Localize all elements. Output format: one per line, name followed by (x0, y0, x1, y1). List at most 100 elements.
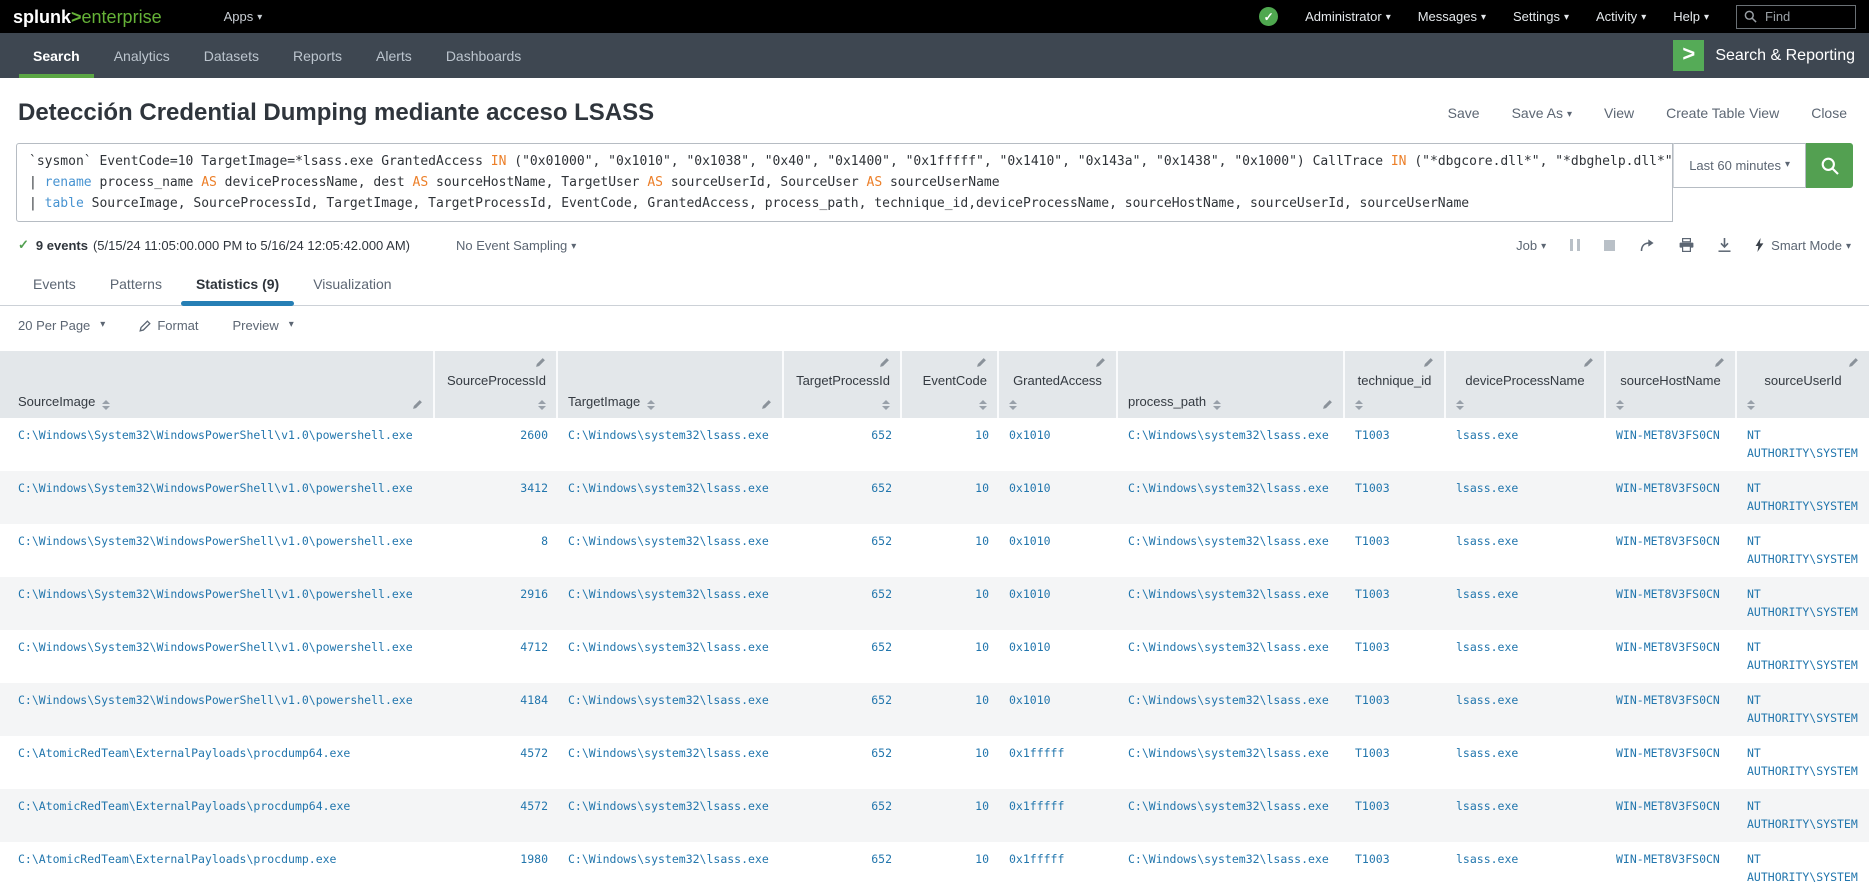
search-button[interactable] (1806, 143, 1853, 188)
cell-deviceprocessname[interactable]: lsass.exe (1446, 630, 1606, 683)
cell-targetimage[interactable]: C:\Windows\system32\lsass.exe (558, 471, 784, 524)
edit-column-icon[interactable] (976, 357, 987, 368)
export-button[interactable] (1718, 238, 1731, 252)
cell-sourceuserid[interactable]: NT AUTHORITY\SYSTEM (1737, 577, 1869, 630)
find-box[interactable] (1736, 4, 1856, 29)
tab-events[interactable]: Events (16, 266, 93, 305)
cell-sourceimage[interactable]: C:\Windows\System32\WindowsPowerShell\v1… (0, 630, 435, 683)
tab-patterns[interactable]: Patterns (93, 266, 179, 305)
menu-activity[interactable]: Activity (1596, 9, 1646, 24)
health-check-icon[interactable] (1259, 7, 1279, 26)
cell-targetimage[interactable]: C:\Windows\system32\lsass.exe (558, 789, 784, 842)
cell-grantedaccess[interactable]: 0x1010 (999, 524, 1118, 577)
cell-targetprocessid[interactable]: 652 (784, 524, 902, 577)
cell-sourceimage[interactable]: C:\Windows\System32\WindowsPowerShell\v1… (0, 471, 435, 524)
col-header-process-path[interactable]: process_path (1118, 351, 1345, 418)
stop-button[interactable] (1604, 239, 1616, 251)
splunk-logo[interactable]: splunk>enterprise (13, 8, 162, 26)
cell-process-path[interactable]: C:\Windows\system32\lsass.exe (1118, 683, 1345, 736)
cell-process-path[interactable]: C:\Windows\system32\lsass.exe (1118, 736, 1345, 789)
cell-sourceimage[interactable]: C:\Windows\System32\WindowsPowerShell\v1… (0, 683, 435, 736)
appnav-alerts[interactable]: Alerts (359, 33, 429, 78)
cell-sourcehostname[interactable]: WIN-MET8V3FS0CN (1606, 418, 1737, 471)
cell-process-path[interactable]: C:\Windows\system32\lsass.exe (1118, 630, 1345, 683)
time-range-picker[interactable]: Last 60 minutes (1673, 143, 1806, 188)
cell-eventcode[interactable]: 10 (902, 471, 999, 524)
cell-sourceprocessid[interactable]: 3412 (435, 471, 558, 524)
cell-grantedaccess[interactable]: 0x1010 (999, 471, 1118, 524)
cell-targetprocessid[interactable]: 652 (784, 736, 902, 789)
cell-deviceprocessname[interactable]: lsass.exe (1446, 577, 1606, 630)
appnav-dashboards[interactable]: Dashboards (429, 33, 539, 78)
cell-sourceimage[interactable]: C:\AtomicRedTeam\ExternalPayloads\procdu… (0, 789, 435, 842)
edit-column-icon[interactable] (1322, 399, 1333, 410)
menu-settings[interactable]: Settings (1513, 9, 1569, 24)
cell-sourceuserid[interactable]: NT AUTHORITY\SYSTEM (1737, 683, 1869, 736)
cell-sourceuserid[interactable]: NT AUTHORITY\SYSTEM (1737, 842, 1869, 895)
cell-process-path[interactable]: C:\Windows\system32\lsass.exe (1118, 842, 1345, 895)
cell-deviceprocessname[interactable]: lsass.exe (1446, 471, 1606, 524)
preview-menu[interactable]: Preview (232, 318, 293, 333)
cell-process-path[interactable]: C:\Windows\system32\lsass.exe (1118, 789, 1345, 842)
cell-technique-id[interactable]: T1003 (1345, 683, 1446, 736)
edit-column-icon[interactable] (761, 399, 772, 410)
cell-grantedaccess[interactable]: 0x1010 (999, 630, 1118, 683)
cell-eventcode[interactable]: 10 (902, 524, 999, 577)
cell-deviceprocessname[interactable]: lsass.exe (1446, 736, 1606, 789)
per-page-menu[interactable]: 20 Per Page (18, 318, 105, 333)
action-save[interactable]: Save (1448, 105, 1480, 121)
cell-targetimage[interactable]: C:\Windows\system32\lsass.exe (558, 842, 784, 895)
col-header-sourcehostname[interactable]: sourceHostName (1606, 351, 1737, 418)
cell-technique-id[interactable]: T1003 (1345, 577, 1446, 630)
cell-sourceprocessid[interactable]: 4572 (435, 736, 558, 789)
menu-help[interactable]: Help (1673, 9, 1709, 24)
tab-visualization[interactable]: Visualization (296, 266, 408, 305)
col-header-deviceprocessname[interactable]: deviceProcessName (1446, 351, 1606, 418)
cell-deviceprocessname[interactable]: lsass.exe (1446, 842, 1606, 895)
cell-sourceimage[interactable]: C:\Windows\System32\WindowsPowerShell\v1… (0, 577, 435, 630)
cell-process-path[interactable]: C:\Windows\system32\lsass.exe (1118, 577, 1345, 630)
cell-sourceimage[interactable]: C:\Windows\System32\WindowsPowerShell\v1… (0, 418, 435, 471)
col-header-targetprocessid[interactable]: TargetProcessId (784, 351, 902, 418)
edit-column-icon[interactable] (1714, 357, 1725, 368)
cell-targetimage[interactable]: C:\Windows\system32\lsass.exe (558, 577, 784, 630)
cell-sourceprocessid[interactable]: 8 (435, 524, 558, 577)
cell-sourcehostname[interactable]: WIN-MET8V3FS0CN (1606, 471, 1737, 524)
cell-eventcode[interactable]: 10 (902, 683, 999, 736)
col-header-technique-id[interactable]: technique_id (1345, 351, 1446, 418)
cell-grantedaccess[interactable]: 0x1010 (999, 683, 1118, 736)
cell-grantedaccess[interactable]: 0x1010 (999, 577, 1118, 630)
cell-technique-id[interactable]: T1003 (1345, 524, 1446, 577)
cell-eventcode[interactable]: 10 (902, 418, 999, 471)
appnav-search[interactable]: Search (16, 33, 97, 78)
cell-deviceprocessname[interactable]: lsass.exe (1446, 789, 1606, 842)
tab-statistics-9[interactable]: Statistics (9) (179, 266, 296, 306)
action-create-table-view[interactable]: Create Table View (1666, 105, 1779, 121)
cell-sourceprocessid[interactable]: 4184 (435, 683, 558, 736)
search-query-input[interactable]: `sysmon` EventCode=10 TargetImage=*lsass… (16, 143, 1674, 222)
action-view[interactable]: View (1604, 105, 1634, 121)
cell-sourceprocessid[interactable]: 4572 (435, 789, 558, 842)
cell-sourcehostname[interactable]: WIN-MET8V3FS0CN (1606, 789, 1737, 842)
pause-button[interactable] (1570, 239, 1581, 251)
cell-targetimage[interactable]: C:\Windows\system32\lsass.exe (558, 683, 784, 736)
cell-technique-id[interactable]: T1003 (1345, 630, 1446, 683)
find-input[interactable] (1763, 8, 1848, 25)
apps-menu[interactable]: Apps (224, 9, 263, 24)
cell-process-path[interactable]: C:\Windows\system32\lsass.exe (1118, 418, 1345, 471)
col-header-sourceuserid[interactable]: sourceUserId (1737, 351, 1869, 418)
action-save-as[interactable]: Save As (1512, 105, 1572, 121)
cell-sourceprocessid[interactable]: 1980 (435, 842, 558, 895)
col-header-sourceimage[interactable]: SourceImage (0, 351, 435, 418)
cell-targetimage[interactable]: C:\Windows\system32\lsass.exe (558, 524, 784, 577)
cell-sourceuserid[interactable]: NT AUTHORITY\SYSTEM (1737, 471, 1869, 524)
cell-grantedaccess[interactable]: 0x1fffff (999, 789, 1118, 842)
col-header-sourceprocessid[interactable]: SourceProcessId (435, 351, 558, 418)
cell-sourcehostname[interactable]: WIN-MET8V3FS0CN (1606, 577, 1737, 630)
cell-process-path[interactable]: C:\Windows\system32\lsass.exe (1118, 471, 1345, 524)
cell-eventcode[interactable]: 10 (902, 630, 999, 683)
cell-deviceprocessname[interactable]: lsass.exe (1446, 524, 1606, 577)
edit-column-icon[interactable] (1423, 357, 1434, 368)
action-close[interactable]: Close (1811, 105, 1847, 121)
cell-sourceuserid[interactable]: NT AUTHORITY\SYSTEM (1737, 736, 1869, 789)
